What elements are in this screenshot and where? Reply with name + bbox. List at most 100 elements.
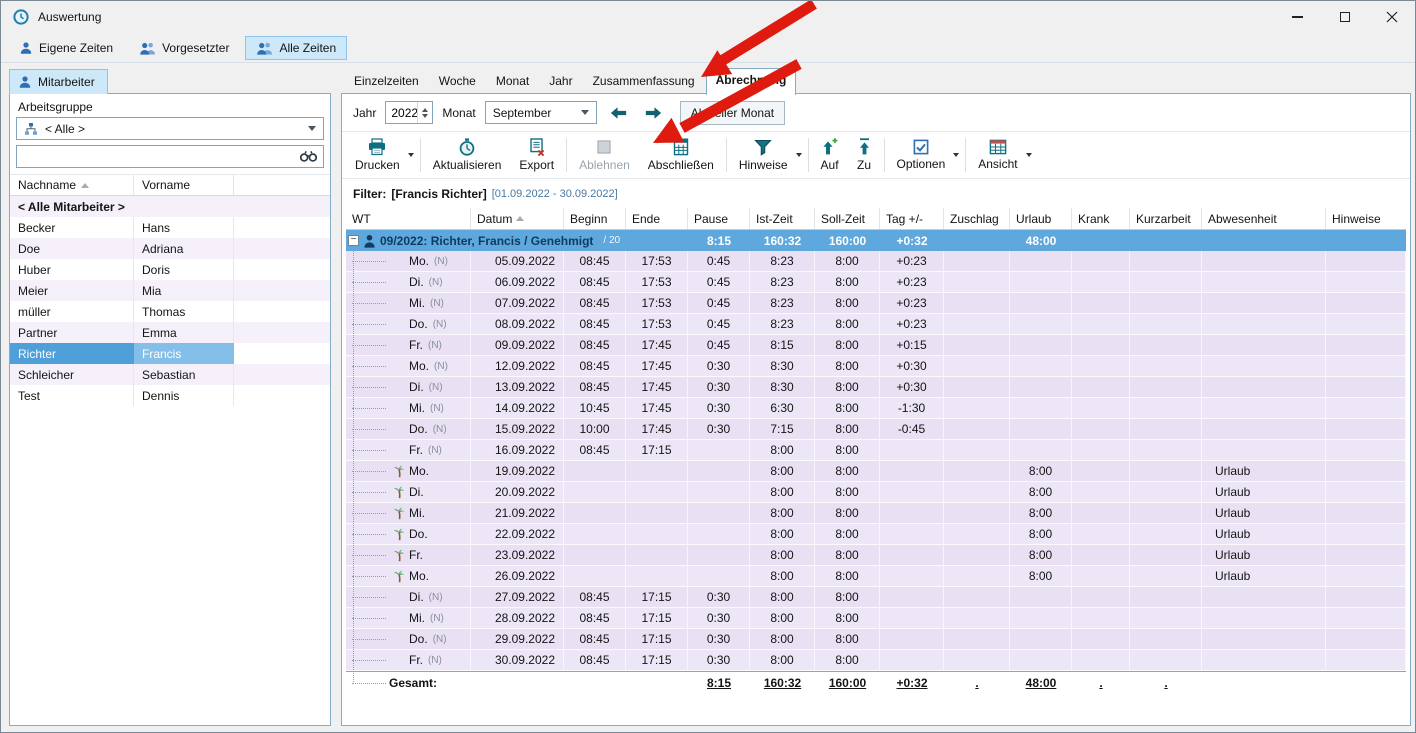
day-row[interactable]: Di. (N) 13.09.2022 08:45 17:45 0:30 8:30…	[346, 377, 1406, 398]
day-row[interactable]: Di. 20.09.2022 8:00 8:00 8:00	[346, 482, 1406, 503]
employee-row[interactable]: müller Thomas	[10, 301, 330, 322]
abschliessen-button[interactable]: Abschließen	[639, 133, 723, 177]
tab-alle-zeiten[interactable]: Alle Zeiten	[245, 36, 347, 60]
maximize-button[interactable]	[1321, 1, 1368, 33]
year-spinner-arrows[interactable]	[417, 102, 432, 123]
ende-cell	[626, 566, 688, 587]
employee-row[interactable]: Becker Hans	[10, 217, 330, 238]
column-header-krank[interactable]: Krank	[1072, 208, 1130, 229]
day-row[interactable]: Mi. (N) 14.09.2022 10:45 17:45 0:30 6:30…	[346, 398, 1406, 419]
column-header-ende[interactable]: Ende	[626, 208, 688, 229]
day-row[interactable]: Do. 22.09.2022 8:00 8:00 8:00	[346, 524, 1406, 545]
krank-cell	[1072, 440, 1130, 461]
tree-stub	[352, 683, 386, 684]
day-row[interactable]: Di. (N) 06.09.2022 08:45 17:53 0:45 8:23…	[346, 272, 1406, 293]
column-header-tag[interactable]: Tag +/-	[880, 208, 944, 229]
auf-button[interactable]: Auf	[812, 133, 848, 177]
tab-monat[interactable]: Monat	[487, 70, 538, 94]
zu-button[interactable]: Zu	[848, 133, 881, 177]
all-employees-row[interactable]: < Alle Mitarbeiter >	[10, 196, 330, 217]
column-header-wt[interactable]: WT	[346, 208, 471, 229]
pause-cell	[688, 566, 750, 587]
previous-month-button[interactable]	[606, 101, 632, 125]
tab-jahr[interactable]: Jahr	[540, 70, 581, 94]
column-header-soll-zeit[interactable]: Soll-Zeit	[815, 208, 880, 229]
column-header-beginn[interactable]: Beginn	[564, 208, 626, 229]
ist-zeit-cell: 8:00	[750, 608, 815, 629]
employee-row[interactable]: Huber Doris	[10, 259, 330, 280]
tab-woche[interactable]: Woche	[430, 70, 485, 94]
employee-row[interactable]: Test Dennis	[10, 385, 330, 406]
day-row[interactable]: Mo. 26.09.2022 8:00 8:00 8:00	[346, 566, 1406, 587]
total-ist: 160:32	[750, 672, 815, 694]
column-header-hinweise[interactable]: Hinweise	[1326, 208, 1406, 229]
day-row[interactable]: Mo. 19.09.2022 8:00 8:00 8:00	[346, 461, 1406, 482]
export-icon	[528, 138, 546, 156]
search-input[interactable]	[17, 146, 293, 167]
column-header-kurzarbeit[interactable]: Kurzarbeit	[1130, 208, 1202, 229]
tab-vorgesetzter[interactable]: Vorgesetzter	[129, 36, 239, 60]
day-row[interactable]: Mi. (N) 28.09.2022 08:45 17:15 0:30 8:00…	[346, 608, 1406, 629]
column-header-ist-zeit[interactable]: Ist-Zeit	[750, 208, 815, 229]
dropdown-arrow-icon[interactable]	[408, 153, 414, 157]
day-row[interactable]: Do. (N) 15.09.2022 10:00 17:45 0:30 7:15…	[346, 419, 1406, 440]
column-header-urlaub[interactable]: Urlaub	[1010, 208, 1072, 229]
month-group-row[interactable]: − 09/2022: Richter, Francis / Genehmigt …	[346, 230, 1406, 251]
next-month-button[interactable]	[641, 101, 667, 125]
day-row[interactable]: Di. (N) 27.09.2022 08:45 17:15 0:30 8:00…	[346, 587, 1406, 608]
column-header-datum[interactable]: Datum	[471, 208, 564, 229]
minimize-button[interactable]	[1274, 1, 1321, 33]
aktualisieren-button[interactable]: Aktualisieren	[424, 133, 511, 177]
zuschlag-cell	[944, 440, 1010, 461]
day-row[interactable]: Mo. (N) 12.09.2022 08:45 17:45 0:30 8:30…	[346, 356, 1406, 377]
day-row[interactable]: Fr. (N) 16.09.2022 08:45 17:15 8:00 8:00	[346, 440, 1406, 461]
column-header-nachname[interactable]: Nachname	[10, 175, 134, 195]
column-header-pause[interactable]: Pause	[688, 208, 750, 229]
hinweise-cell	[1326, 629, 1406, 650]
day-row[interactable]: Do. (N) 29.09.2022 08:45 17:15 0:30 8:00…	[346, 629, 1406, 650]
ansicht-button[interactable]: Ansicht	[969, 133, 1034, 177]
column-header-filler	[234, 175, 330, 195]
year-input[interactable]	[386, 102, 417, 123]
day-row[interactable]: Fr. (N) 30.09.2022 08:45 17:15 0:30 8:00…	[346, 650, 1406, 671]
tab-einzelzeiten[interactable]: Einzelzeiten	[345, 70, 428, 94]
title-bar[interactable]: Auswertung	[1, 1, 1415, 33]
employee-row[interactable]: Richter Francis	[10, 343, 330, 364]
hinweise-button[interactable]: Hinweise	[730, 133, 805, 177]
export-button[interactable]: Export	[510, 133, 563, 177]
optionen-button[interactable]: Optionen	[888, 133, 963, 177]
ablehnen-button[interactable]: Ablehnen	[570, 133, 639, 177]
employee-row[interactable]: Schleicher Sebastian	[10, 364, 330, 385]
datum-cell: 05.09.2022	[471, 251, 564, 272]
binoculars-icon[interactable]	[293, 150, 323, 163]
tab-abrechnung[interactable]: Abrechnung	[706, 68, 797, 95]
day-row[interactable]: Fr. (N) 09.09.2022 08:45 17:45 0:45 8:15…	[346, 335, 1406, 356]
day-row[interactable]: Do. (N) 08.09.2022 08:45 17:53 0:45 8:23…	[346, 314, 1406, 335]
tab-eigene-zeiten[interactable]: Eigene Zeiten	[9, 36, 123, 60]
employee-row[interactable]: Partner Emma	[10, 322, 330, 343]
tab-zusammenfassung[interactable]: Zusammenfassung	[584, 70, 704, 94]
tab-mitarbeiter[interactable]: Mitarbeiter	[9, 69, 108, 94]
abwesenheit-cell	[1202, 587, 1326, 608]
day-row[interactable]: Mo. (N) 05.09.2022 08:45 17:53 0:45 8:23…	[346, 251, 1406, 272]
tree-stub	[352, 513, 386, 514]
panel-splitter[interactable]	[331, 93, 341, 726]
hinweise-cell	[1326, 461, 1406, 482]
column-header-vorname[interactable]: Vorname	[134, 175, 234, 195]
aktueller-monat-button[interactable]: Aktueller Monat	[680, 101, 785, 125]
arbeitsgruppe-select[interactable]: < Alle >	[16, 117, 324, 140]
day-row[interactable]: Fr. 23.09.2022 8:00 8:00 8:00	[346, 545, 1406, 566]
employee-row[interactable]: Doe Adriana	[10, 238, 330, 259]
column-header-abwesenheit[interactable]: Abwesenheit	[1202, 208, 1326, 229]
dropdown-arrow-icon[interactable]	[953, 153, 959, 157]
dropdown-arrow-icon[interactable]	[796, 153, 802, 157]
employee-row[interactable]: Meier Mia	[10, 280, 330, 301]
drucken-button[interactable]: Drucken	[346, 133, 417, 177]
month-select[interactable]: September	[485, 101, 597, 124]
day-row[interactable]: Mi. 21.09.2022 8:00 8:00 8:00	[346, 503, 1406, 524]
close-button[interactable]	[1368, 1, 1415, 33]
dropdown-arrow-icon[interactable]	[1026, 153, 1032, 157]
collapse-icon[interactable]: −	[348, 235, 359, 246]
day-row[interactable]: Mi. (N) 07.09.2022 08:45 17:53 0:45 8:23…	[346, 293, 1406, 314]
column-header-zuschlag[interactable]: Zuschlag	[944, 208, 1010, 229]
